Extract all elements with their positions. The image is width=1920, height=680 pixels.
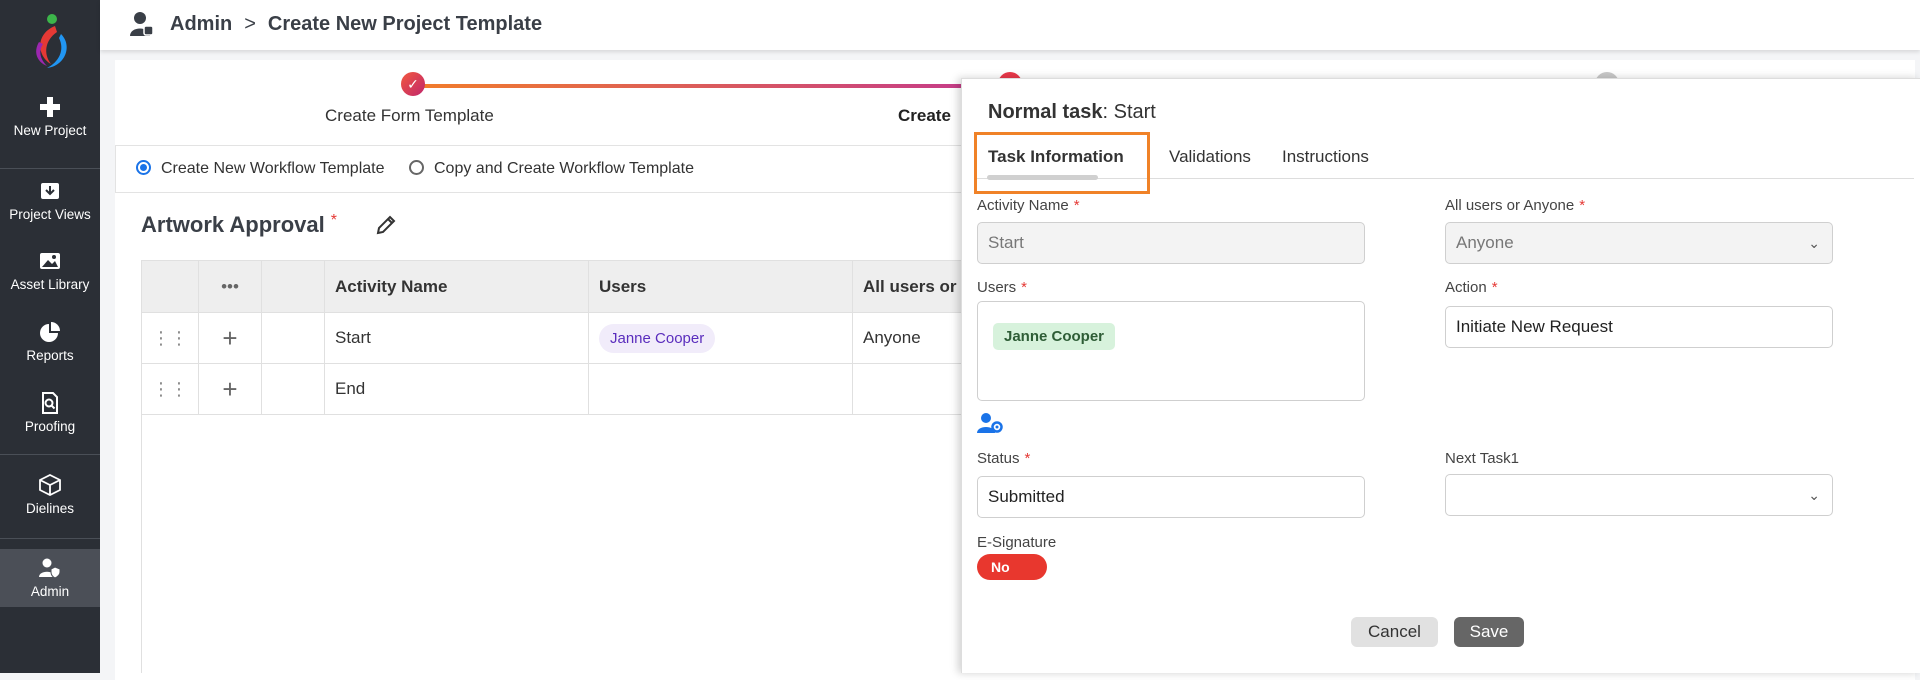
more-options-icon[interactable]: ••• (198, 260, 262, 313)
task-panel: Normal task: Start Task Information Vali… (961, 78, 1920, 673)
panel-title-type: Normal task (988, 101, 1103, 123)
user-chip[interactable]: Janne Cooper (993, 323, 1116, 350)
users-cell[interactable]: Janne Cooper (588, 312, 853, 364)
plus-icon (40, 97, 60, 117)
table-row[interactable]: ⋮⋮ + Start Janne Cooper Anyone (141, 312, 984, 364)
radio-copy-create[interactable]: Copy and Create Workflow Template (409, 160, 694, 178)
image-icon (40, 253, 60, 269)
divider (0, 168, 100, 169)
action-field[interactable]: Initiate New Request (1445, 306, 1833, 348)
blank-cell (261, 312, 325, 364)
drag-handle-icon[interactable]: ⋮⋮ (141, 363, 199, 415)
esignature-label: E-Signature (977, 534, 1057, 551)
breadcrumb: Admin > Create New Project Template (170, 13, 542, 36)
box-icon (39, 474, 61, 496)
esignature-toggle[interactable]: No (977, 554, 1047, 580)
table-row[interactable]: ⋮⋮ + End (141, 363, 984, 415)
activity-name-field[interactable]: Start (977, 222, 1365, 264)
column-header-users[interactable]: Users (588, 260, 853, 313)
pie-chart-icon (40, 322, 60, 342)
activity-name-cell[interactable]: Start (324, 312, 589, 364)
next-task-select[interactable]: ⌄ (1445, 474, 1833, 516)
radio-selected-icon[interactable] (136, 160, 151, 175)
nav-label: New Project (13, 123, 87, 138)
column-header-activity-name[interactable]: Activity Name (324, 260, 589, 313)
nav-label: Dielines (25, 501, 75, 516)
required-mark: * (330, 212, 338, 229)
all-users-label: All users or Anyone * (1445, 197, 1586, 214)
blank-cell (261, 363, 325, 415)
nav-dielines[interactable]: Dielines (0, 474, 100, 516)
status-label: Status * (977, 450, 1031, 467)
blank-column-header (261, 260, 325, 313)
divider (0, 538, 100, 539)
user-shield-icon (39, 558, 61, 579)
nav-label: Reports (26, 348, 74, 363)
all-users-select[interactable]: Anyone ⌄ (1445, 222, 1833, 264)
nav-label: Proofing (24, 419, 76, 434)
stepper-step-1-label[interactable]: Create Form Template (325, 106, 494, 126)
app-logo[interactable] (25, 12, 75, 70)
activity-name-label: Activity Name * (977, 197, 1080, 214)
nav-asset-library[interactable]: Asset Library (0, 250, 100, 292)
workflow-title-text: Artwork Approval (141, 212, 325, 237)
inbox-download-icon (41, 183, 59, 199)
add-row-icon[interactable]: + (198, 312, 262, 364)
users-field[interactable]: Janne Cooper (977, 301, 1365, 401)
divider (0, 454, 100, 455)
stepper-step-2-label[interactable]: Create (898, 106, 951, 126)
cancel-button[interactable]: Cancel (1351, 617, 1438, 647)
chevron-down-icon: ⌄ (1808, 235, 1820, 251)
add-row-icon[interactable]: + (198, 363, 262, 415)
nav-proofing[interactable]: Proofing (0, 392, 100, 434)
nav-label: Asset Library (10, 277, 90, 292)
pencil-edit-icon[interactable] (375, 214, 397, 236)
table-empty-area (141, 412, 961, 673)
panel-title-name: : Start (1102, 101, 1156, 123)
table-header-row: ••• Activity Name Users All users or A (141, 260, 984, 313)
workflow-table: ••• Activity Name Users All users or A ⋮… (141, 260, 984, 415)
highlight-box (974, 132, 1150, 194)
sidebar: New Project Project Views Asset Library … (0, 0, 100, 673)
drag-handle-icon[interactable]: ⋮⋮ (141, 312, 199, 364)
nav-project-views[interactable]: Project Views (0, 180, 100, 222)
check-icon: ✓ (401, 72, 425, 96)
breadcrumb-current: Create New Project Template (267, 13, 543, 35)
tab-validations[interactable]: Validations (1169, 147, 1251, 167)
radio-label: Create New Workflow Template (161, 160, 385, 177)
nav-label: Project Views (9, 207, 91, 222)
admin-user-icon (130, 12, 154, 36)
nav-new-project[interactable]: New Project (0, 96, 100, 154)
drag-column-header (141, 260, 199, 313)
radio-unselected-icon[interactable] (409, 160, 424, 175)
radio-create-new[interactable]: Create New Workflow Template (136, 160, 385, 178)
user-pill[interactable]: Janne Cooper (599, 323, 716, 353)
breadcrumb-root[interactable]: Admin (170, 13, 232, 36)
breadcrumb-separator: > (244, 13, 256, 35)
chevron-down-icon: ⌄ (1808, 487, 1820, 503)
tab-instructions[interactable]: Instructions (1282, 147, 1369, 167)
users-label: Users * (977, 279, 1028, 296)
next-task-label: Next Task1 (1445, 450, 1519, 467)
nav-label: Admin (30, 584, 70, 599)
nav-admin[interactable]: Admin (0, 549, 100, 607)
activity-name-cell[interactable]: End (324, 363, 589, 415)
document-search-icon (42, 392, 58, 414)
top-bar: Admin > Create New Project Template (100, 0, 1920, 50)
workflow-title: Artwork Approval * (141, 212, 337, 238)
nav-reports[interactable]: Reports (0, 321, 100, 363)
panel-title: Normal task: Start (988, 101, 1156, 124)
user-settings-icon[interactable] (977, 412, 1003, 434)
users-cell[interactable] (588, 363, 853, 415)
stepper-progress-line (413, 84, 988, 88)
status-field[interactable]: Submitted (977, 476, 1365, 518)
save-button[interactable]: Save (1454, 617, 1524, 647)
action-label: Action * (1445, 279, 1498, 296)
radio-label: Copy and Create Workflow Template (434, 160, 694, 177)
